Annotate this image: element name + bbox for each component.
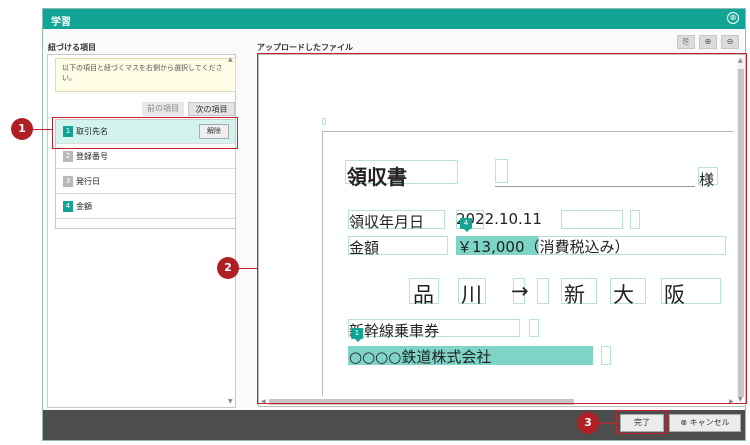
callout-2-frame [257, 53, 747, 404]
dialog-titlebar: 学習 ⊗ [43, 9, 745, 29]
item-label: 金額 [76, 202, 92, 211]
callout-2-badge: 2 [217, 257, 239, 279]
list-item-issue-date[interactable]: 3 発行日 [56, 170, 235, 194]
item-number-badge: 3 [63, 176, 73, 187]
item-label: 登録番号 [76, 152, 108, 161]
callout-2-line [237, 268, 258, 269]
callout-3-frame [616, 410, 667, 434]
link-items-heading: 紐づける項目 [48, 43, 96, 52]
dialog-title: 学習 [51, 17, 71, 28]
callout-1-badge: 1 [11, 118, 33, 140]
fit-page-button[interactable]: ⎘ [677, 35, 695, 49]
cancel-button[interactable]: ⊗ キャンセル [669, 414, 741, 432]
prev-item-button[interactable]: 前の項目 [142, 102, 184, 116]
link-items-panel: 以下の項目と紐づくマスを右側から選択してください。 前の項目 次の項目 1 取引… [47, 54, 236, 408]
left-scrollbar[interactable]: ▲ ▼ [228, 56, 235, 406]
scroll-down-icon[interactable]: ▼ [228, 398, 233, 405]
close-icon[interactable]: ⊗ [727, 12, 739, 24]
callout-3-line [598, 423, 617, 424]
zoom-out-button[interactable]: ⊖ [721, 35, 739, 49]
instruction-text: 以下の項目と紐づくマスを右側から選択してください。 [55, 58, 236, 92]
callout-3-badge: 3 [577, 412, 599, 434]
list-item-amount[interactable]: 4 金額 [56, 195, 235, 219]
item-number-badge: 4 [63, 201, 73, 212]
item-number-badge: 2 [63, 151, 73, 162]
item-label: 発行日 [76, 177, 100, 186]
uploaded-file-heading: アップロードしたファイル [257, 43, 353, 52]
scroll-up-icon[interactable]: ▲ [228, 56, 233, 63]
callout-1-line [33, 129, 53, 130]
zoom-in-button[interactable]: ⊕ [699, 35, 717, 49]
callout-1-frame [52, 117, 238, 149]
